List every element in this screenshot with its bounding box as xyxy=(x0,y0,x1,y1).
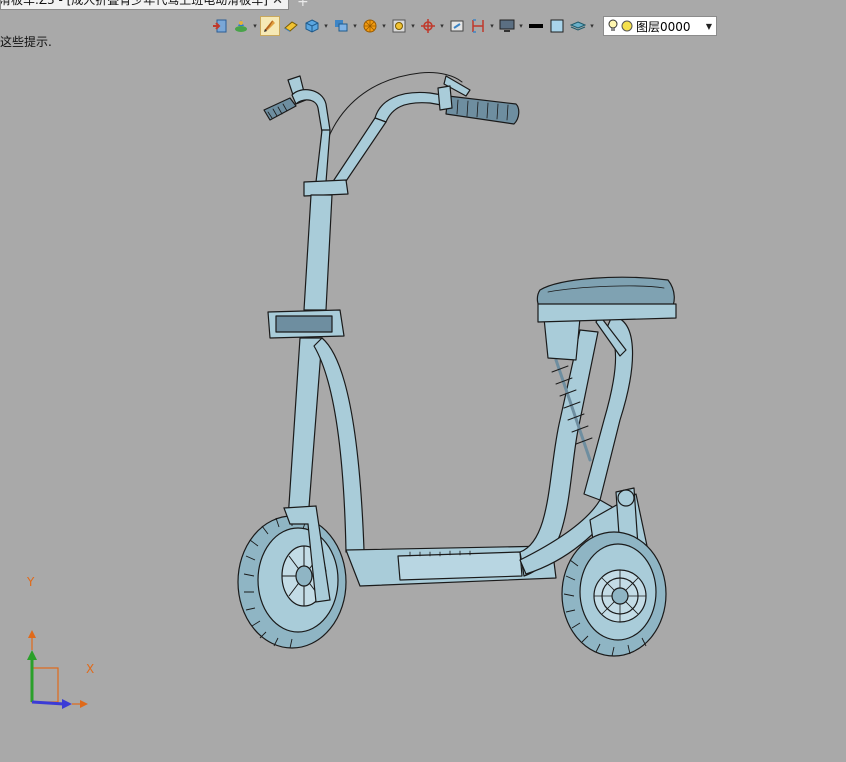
chevron-down-icon[interactable]: ▾ xyxy=(409,22,417,30)
graphics-viewport[interactable]: Y X xyxy=(0,40,846,762)
front-wheel xyxy=(237,505,347,649)
pick-filter-button[interactable] xyxy=(260,15,280,37)
pick-filter-icon xyxy=(260,16,280,36)
view-toolbar: ▾ ▾ ▾ ▾ ▾ ▾ ▾ ▾ ▾ 图层0000 ▼ xyxy=(210,14,717,38)
screen-display-icon xyxy=(497,16,517,36)
chevron-down-icon[interactable]: ▾ xyxy=(517,22,525,30)
layer-stack-icon xyxy=(568,16,588,36)
chevron-down-icon[interactable]: ▾ xyxy=(488,22,496,30)
eraser-icon xyxy=(281,16,301,36)
x-axis-label: X xyxy=(86,662,95,676)
zoom-fit-icon xyxy=(389,16,409,36)
chevron-down-icon[interactable]: ▾ xyxy=(322,22,330,30)
datum-plane-icon xyxy=(418,16,438,36)
measure-button[interactable]: ▾ xyxy=(468,15,496,37)
eraser-button[interactable] xyxy=(281,15,301,37)
layer-name: 图层0000 xyxy=(636,19,691,34)
coordinate-axes xyxy=(27,630,88,709)
document-tab[interactable]: 滑板车.Z3 - [成人折叠青少年代驾上班电动滑板车] ✕ xyxy=(0,0,289,10)
view-cube-icon xyxy=(302,16,322,36)
app-window: 滑板车.Z3 - [成人折叠青少年代驾上班电动滑板车] ✕ + ▾ ▾ ▾ ▾ … xyxy=(0,0,846,762)
zoom-fit-button[interactable]: ▾ xyxy=(389,15,417,37)
render-style-button[interactable]: ▾ xyxy=(360,15,388,37)
new-tab-button[interactable]: + xyxy=(297,0,309,10)
layer-color-icon xyxy=(621,20,633,32)
measure-icon xyxy=(468,16,488,36)
display-mode-button[interactable]: ▾ xyxy=(331,15,359,37)
document-tab-title: 滑板车.Z3 - [成人折叠青少年代驾上班电动滑板车] xyxy=(0,0,268,7)
view-cube-button[interactable]: ▾ xyxy=(302,15,330,37)
chevron-down-icon[interactable]: ▾ xyxy=(588,22,596,30)
section-view-button[interactable] xyxy=(447,15,467,37)
y-axis-label: Y xyxy=(27,575,35,589)
datum-plane-button[interactable]: ▾ xyxy=(418,15,446,37)
exit-sketch-button[interactable] xyxy=(210,15,230,37)
screen-display-button[interactable]: ▾ xyxy=(497,15,525,37)
scooter-3d-model[interactable] xyxy=(0,40,846,762)
chevron-down-icon[interactable]: ▾ xyxy=(438,22,446,30)
shading-mode-button[interactable]: ▾ xyxy=(231,15,259,37)
display-mode-icon xyxy=(331,16,351,36)
section-view-icon xyxy=(447,16,467,36)
line-weight-icon xyxy=(526,16,546,36)
layer-select[interactable]: 图层0000 ▼ xyxy=(603,16,717,36)
color-swatch-icon xyxy=(547,16,567,36)
chevron-down-icon[interactable]: ▾ xyxy=(251,22,259,30)
exit-sketch-icon xyxy=(210,16,230,36)
rear-wheel xyxy=(561,531,667,657)
color-swatch-button[interactable] xyxy=(547,15,567,37)
chevron-down-icon[interactable]: ▾ xyxy=(351,22,359,30)
chevron-down-icon[interactable]: ▾ xyxy=(380,22,388,30)
chevron-down-icon[interactable]: ▼ xyxy=(706,22,712,31)
line-weight-button[interactable] xyxy=(526,15,546,37)
lightbulb-icon xyxy=(608,19,618,31)
layer-manager-button[interactable]: ▾ xyxy=(568,15,596,37)
render-style-icon xyxy=(360,16,380,36)
document-tab-strip: 滑板车.Z3 - [成人折叠青少年代驾上班电动滑板车] ✕ + xyxy=(0,0,846,11)
shading-mode-icon xyxy=(231,16,251,36)
close-tab-icon[interactable]: ✕ xyxy=(272,0,283,8)
